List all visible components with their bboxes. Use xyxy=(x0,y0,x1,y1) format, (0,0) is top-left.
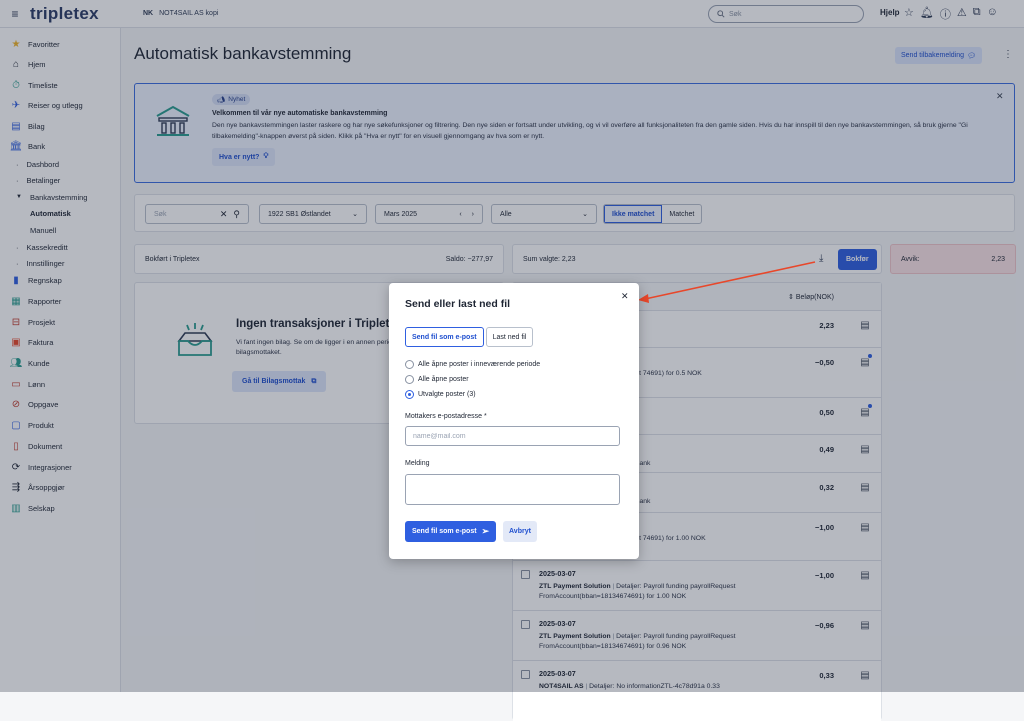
message-label: Melding xyxy=(405,460,430,467)
radio-label: Utvalgte poster (3) xyxy=(418,391,476,398)
radio-selected-items[interactable]: Utvalgte poster (3) xyxy=(405,390,476,399)
radio-label: Alle åpne poster xyxy=(418,376,469,383)
close-icon[interactable]: ✕ xyxy=(621,291,629,302)
cancel-button[interactable]: Avbryt xyxy=(503,521,537,542)
tab-send-email[interactable]: Send fil som e-post xyxy=(405,327,484,347)
radio-open-items-current-period[interactable]: Alle åpne poster i inneværende periode xyxy=(405,360,540,369)
radio-all-open-items[interactable]: Alle åpne poster xyxy=(405,375,469,384)
dialog-title: Send eller last ned fil xyxy=(405,298,511,310)
radio-button[interactable] xyxy=(405,360,414,369)
tab-download[interactable]: Last ned fil xyxy=(485,327,534,347)
email-label: Mottakers e-postadresse * xyxy=(405,413,487,420)
radio-button[interactable] xyxy=(405,390,414,399)
radio-button[interactable] xyxy=(405,375,414,384)
recipient-email-input[interactable] xyxy=(405,426,620,446)
send-icon: ➢ xyxy=(481,526,490,536)
send-email-button[interactable]: Send fil som e-post ➢ xyxy=(405,521,497,542)
send-email-label: Send fil som e-post xyxy=(412,528,477,535)
message-textarea[interactable] xyxy=(405,474,620,505)
radio-label: Alle åpne poster i inneværende periode xyxy=(418,361,541,368)
send-or-download-dialog: Send eller last ned fil ✕ Send fil som e… xyxy=(389,283,639,559)
dialog-tabs: Send fil som e-post Last ned fil xyxy=(405,327,534,347)
